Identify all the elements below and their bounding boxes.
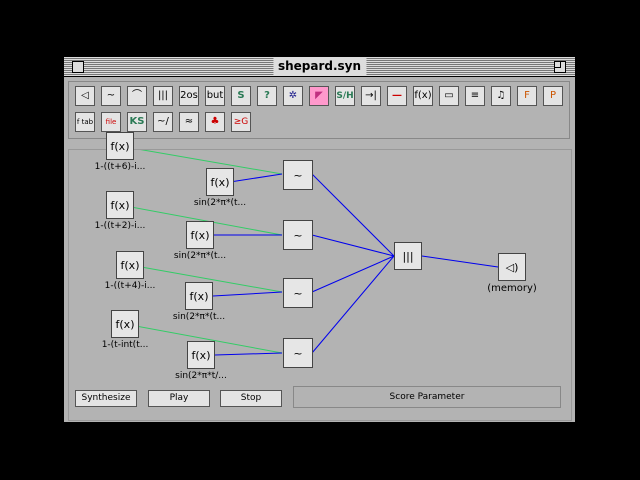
window-title: shepard.syn bbox=[272, 58, 367, 75]
file-tool-icon[interactable]: file bbox=[101, 112, 121, 132]
random-tool-icon[interactable]: ? bbox=[257, 86, 277, 106]
play-button[interactable]: Play bbox=[148, 390, 210, 407]
text-tool-icon[interactable]: ≡ bbox=[465, 86, 485, 106]
delay-tool-icon[interactable]: →| bbox=[361, 86, 381, 106]
butterworth-filter-tool-icon[interactable]: but bbox=[205, 86, 225, 106]
gate-tool-icon[interactable]: ≥G bbox=[231, 112, 251, 132]
synth-window: shepard.syn ◁ ~ ⌒ ||| 2os but S ? ✲ ◤ S/… bbox=[63, 56, 576, 423]
oscillator-node-2[interactable]: ~ bbox=[283, 220, 313, 250]
synthesize-button[interactable]: Synthesize bbox=[75, 390, 137, 407]
oscillator-node-1[interactable]: ~ bbox=[283, 160, 313, 190]
oscillator-node-4[interactable]: ~ bbox=[283, 338, 313, 368]
sine-function-node-3[interactable]: f(x) bbox=[185, 282, 213, 310]
constant-tool-icon[interactable]: — bbox=[387, 86, 407, 106]
score-parameter-field[interactable]: Score Parameter bbox=[293, 386, 561, 408]
noise-tool-icon[interactable]: ✲ bbox=[283, 86, 303, 106]
score-tool-icon[interactable]: ♫ bbox=[491, 86, 511, 106]
function-node-1-label: 1-((t+6)-i... bbox=[94, 162, 146, 172]
sum-tool-icon[interactable]: S bbox=[231, 86, 251, 106]
sine-function-node-1-label: sin(2*π*(t... bbox=[193, 198, 247, 208]
sample-hold-tool-icon[interactable]: S/H bbox=[335, 86, 355, 106]
wave-shaper-tool-icon[interactable]: ≈ bbox=[179, 112, 199, 132]
speaker-tool-icon[interactable]: ◁ bbox=[75, 86, 95, 106]
f-tool-icon[interactable]: F bbox=[517, 86, 537, 106]
oscillator-node-3[interactable]: ~ bbox=[283, 278, 313, 308]
function-node-1[interactable]: f(x) bbox=[106, 132, 134, 160]
sine-function-node-2-label: sin(2*π*(t... bbox=[173, 251, 227, 261]
sine-function-node-4[interactable]: f(x) bbox=[187, 341, 215, 369]
stop-button[interactable]: Stop bbox=[220, 390, 282, 407]
mixer-tool-icon[interactable]: ||| bbox=[153, 86, 173, 106]
module-palette: ◁ ~ ⌒ ||| 2os but S ? ✲ ◤ S/H →| — f(x) … bbox=[68, 81, 570, 139]
function-node-4[interactable]: f(x) bbox=[111, 310, 139, 338]
second-order-filter-tool-icon[interactable]: 2os bbox=[179, 86, 199, 106]
function-node-2[interactable]: f(x) bbox=[106, 191, 134, 219]
ramp-tool-icon[interactable]: ◤ bbox=[309, 86, 329, 106]
sine-function-node-4-label: sin(2*π*t/... bbox=[175, 371, 227, 381]
function-node-3[interactable]: f(x) bbox=[116, 251, 144, 279]
folder-tool-icon[interactable]: ▭ bbox=[439, 86, 459, 106]
patch-canvas[interactable]: f(x) 1-((t+6)-i... f(x) 1-((t+2)-i... f(… bbox=[68, 132, 572, 421]
function-node-3-label: 1-((t+4)-i... bbox=[104, 281, 156, 291]
expression-tool-icon[interactable]: f(x) bbox=[413, 86, 433, 106]
karplus-strong-tool-icon[interactable]: KS bbox=[127, 112, 147, 132]
window-content: ◁ ~ ⌒ ||| 2os but S ? ✲ ◤ S/H →| — f(x) … bbox=[64, 77, 575, 422]
output-label: (memory) bbox=[487, 283, 537, 294]
function-node-4-label: 1-(t-int(t... bbox=[101, 340, 149, 350]
oscillator-tool-icon[interactable]: ~ bbox=[101, 86, 121, 106]
function-node-2-label: 1-((t+2)-i... bbox=[94, 221, 146, 231]
sine-function-node-3-label: sin(2*π*(t... bbox=[172, 312, 226, 322]
envelope-tool-icon[interactable]: ⌒ bbox=[127, 86, 147, 106]
close-box[interactable] bbox=[72, 61, 84, 73]
title-bar[interactable]: shepard.syn bbox=[64, 57, 575, 77]
function-table-tool-icon[interactable]: f tab bbox=[75, 112, 95, 132]
sine-function-node-2[interactable]: f(x) bbox=[186, 221, 214, 249]
speaker-output-icon[interactable]: ◁) bbox=[498, 253, 526, 281]
granular-tool-icon[interactable]: ♣ bbox=[205, 112, 225, 132]
sine-function-node-1[interactable]: f(x) bbox=[206, 168, 234, 196]
glide-tool-icon[interactable]: ~/ bbox=[153, 112, 173, 132]
zoom-box[interactable] bbox=[554, 61, 566, 73]
mixer-node[interactable]: ||| bbox=[394, 242, 422, 270]
p-tool-icon[interactable]: P bbox=[543, 86, 563, 106]
